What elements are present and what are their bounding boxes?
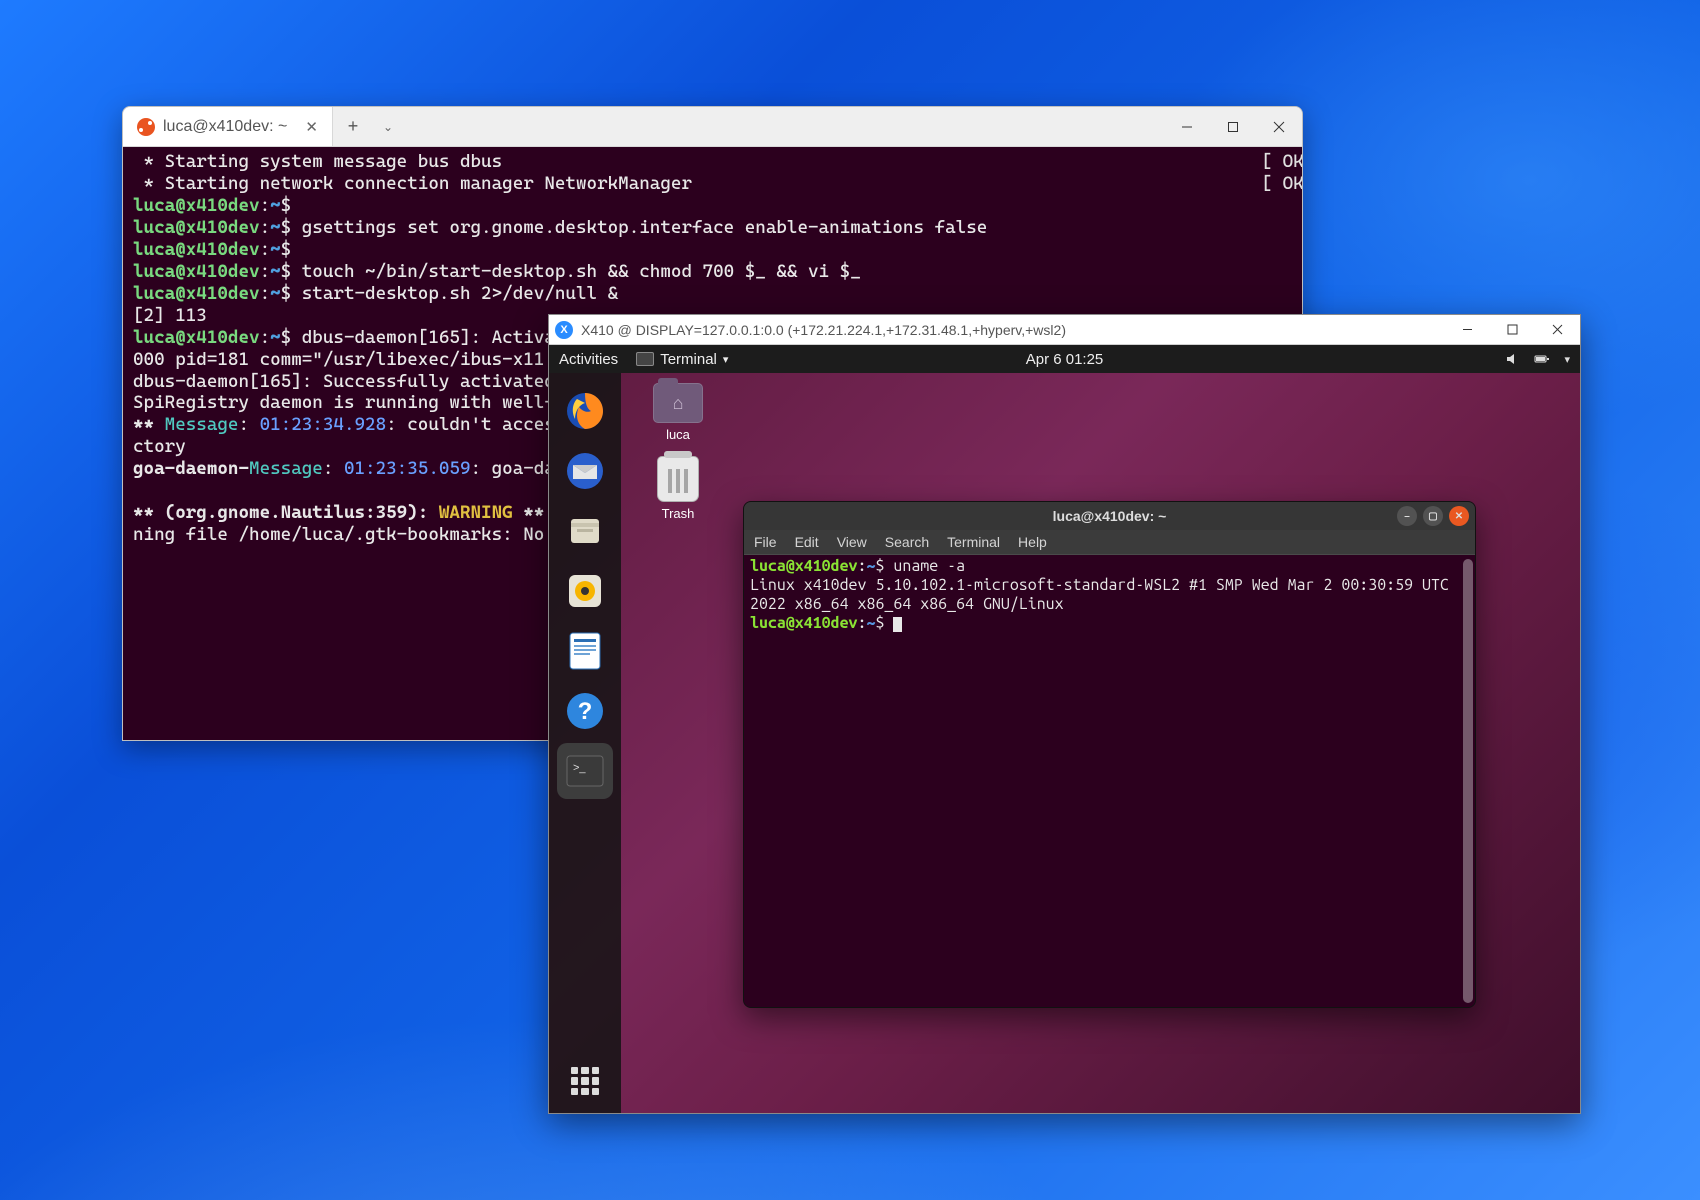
- menu-help[interactable]: Help: [1018, 534, 1047, 550]
- trash-label: Trash: [639, 506, 717, 521]
- home-icon: ⌂: [654, 384, 702, 422]
- dock-terminal-icon[interactable]: >_: [557, 743, 613, 799]
- volume-icon[interactable]: [1504, 351, 1520, 367]
- x410-titlebar[interactable]: X X410 @ DISPLAY=127.0.0.1:0.0 (+172.21.…: [549, 315, 1580, 345]
- svg-text:>_: >_: [573, 762, 586, 774]
- gnome-desktop[interactable]: ? >_ ⌂ luca Trash: [549, 373, 1580, 1113]
- scrollbar[interactable]: [1463, 559, 1473, 1003]
- svg-text:?: ?: [578, 698, 593, 725]
- close-button[interactable]: [1535, 315, 1580, 344]
- dock-rhythmbox-icon[interactable]: [557, 563, 613, 619]
- gnome-terminal-menubar: File Edit View Search Terminal Help: [744, 530, 1475, 555]
- windows-terminal-titlebar[interactable]: luca@x410dev: ~ ✕ + ⌄: [123, 107, 1302, 147]
- app-menu-label: Terminal: [660, 351, 717, 368]
- show-apps-button[interactable]: [571, 1067, 599, 1095]
- system-tray[interactable]: ▾: [1504, 351, 1570, 367]
- maximize-button[interactable]: ▢: [1423, 506, 1443, 526]
- new-tab-button[interactable]: +: [333, 116, 373, 137]
- menu-file[interactable]: File: [754, 534, 777, 550]
- dock-writer-icon[interactable]: [557, 623, 613, 679]
- dock-firefox-icon[interactable]: [557, 383, 613, 439]
- clock[interactable]: Apr 6 01:25: [1026, 351, 1104, 368]
- tab-title: luca@x410dev: ~: [163, 118, 287, 136]
- terminal-icon: [636, 352, 654, 366]
- x410-window[interactable]: X X410 @ DISPLAY=127.0.0.1:0.0 (+172.21.…: [548, 314, 1581, 1114]
- home-folder-icon[interactable]: ⌂ luca: [639, 383, 717, 442]
- close-button[interactable]: ✕: [1449, 506, 1469, 526]
- minimize-button[interactable]: [1164, 107, 1210, 146]
- gnome-terminal-output[interactable]: luca@x410dev:~$ uname -a Linux x410dev 5…: [744, 555, 1475, 1007]
- menu-view[interactable]: View: [837, 534, 867, 550]
- minimize-button[interactable]: –: [1397, 506, 1417, 526]
- dock-files-icon[interactable]: [557, 503, 613, 559]
- trash-icon[interactable]: Trash: [639, 456, 717, 521]
- home-folder-label: luca: [639, 427, 717, 442]
- x410-icon: X: [555, 321, 573, 339]
- chevron-down-icon: ▾: [1564, 353, 1570, 366]
- menu-edit[interactable]: Edit: [795, 534, 819, 550]
- menu-terminal[interactable]: Terminal: [947, 534, 1000, 550]
- battery-icon[interactable]: [1534, 351, 1550, 367]
- close-tab-icon[interactable]: ✕: [305, 118, 318, 136]
- menu-search[interactable]: Search: [885, 534, 929, 550]
- chevron-down-icon: ▾: [723, 353, 729, 366]
- maximize-button[interactable]: [1210, 107, 1256, 146]
- gnome-terminal-title: luca@x410dev: ~: [1053, 508, 1167, 524]
- minimize-button[interactable]: [1445, 315, 1490, 344]
- dock-help-icon[interactable]: ?: [557, 683, 613, 739]
- ubuntu-icon: [137, 118, 155, 136]
- gnome-topbar: Activities Terminal ▾ Apr 6 01:25 ▾: [549, 345, 1580, 373]
- app-menu[interactable]: Terminal ▾: [636, 351, 728, 368]
- tab-dropdown-icon[interactable]: ⌄: [373, 120, 403, 134]
- activities-button[interactable]: Activities: [559, 351, 618, 368]
- gnome-terminal-titlebar[interactable]: luca@x410dev: ~ – ▢ ✕: [744, 502, 1475, 530]
- gnome-dock: ? >_: [549, 373, 621, 1113]
- close-button[interactable]: [1256, 107, 1302, 146]
- maximize-button[interactable]: [1490, 315, 1535, 344]
- x410-title: X410 @ DISPLAY=127.0.0.1:0.0 (+172.21.22…: [581, 322, 1066, 338]
- terminal-tab[interactable]: luca@x410dev: ~ ✕: [123, 107, 333, 146]
- dock-thunderbird-icon[interactable]: [557, 443, 613, 499]
- gnome-terminal-window[interactable]: luca@x410dev: ~ – ▢ ✕ File Edit View Search…: [743, 501, 1476, 1008]
